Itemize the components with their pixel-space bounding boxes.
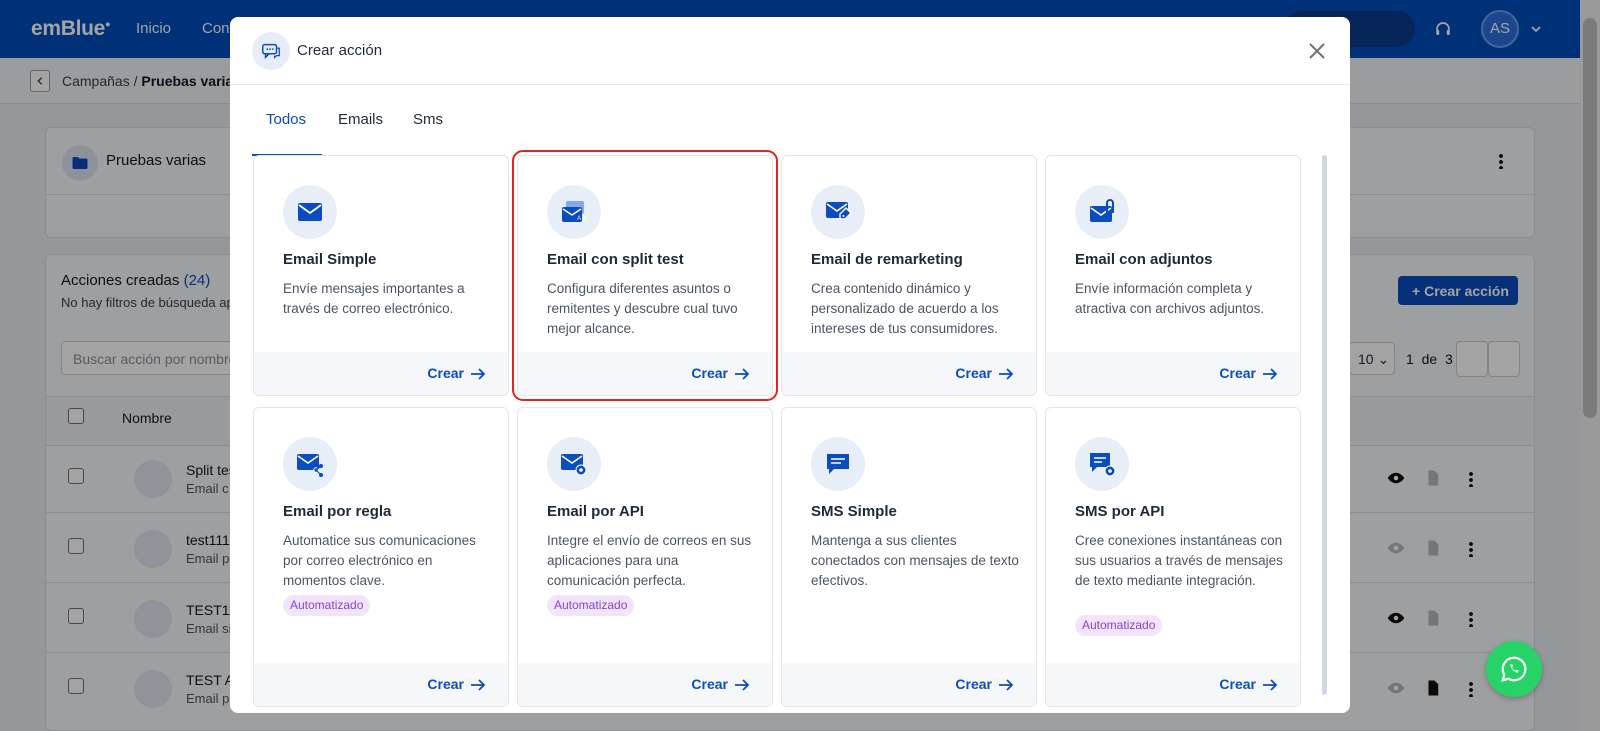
svg-text:A B: A B	[577, 216, 586, 222]
tab-sms[interactable]: Sms	[413, 111, 443, 156]
card-footer: Crear	[518, 352, 772, 395]
card-title: Email Simple	[283, 251, 377, 268]
card-sms-por-api[interactable]: SMS por API Cree conexiones instantáneas…	[1045, 407, 1301, 707]
whatsapp-button[interactable]	[1486, 641, 1542, 697]
card-description: Envíe información completa y atractiva c…	[1075, 281, 1265, 316]
crear-button[interactable]: Crear	[1219, 365, 1278, 381]
card-footer: Crear	[254, 352, 508, 395]
close-icon[interactable]	[1306, 40, 1328, 62]
card-footer: Crear	[782, 663, 1036, 706]
arrow-right-icon	[999, 679, 1014, 691]
card-description: Crea contenido dinámico y personalizado …	[811, 281, 999, 336]
automatizado-badge: Automatizado	[547, 595, 635, 616]
split-envelope-icon: A B	[547, 185, 601, 239]
card-email-por-regla[interactable]: Email por regla Automatice sus comunicac…	[253, 407, 509, 707]
chat-action-icon	[252, 32, 290, 70]
card-title: Email de remarketing	[811, 251, 963, 268]
arrow-right-icon	[735, 679, 750, 691]
chat-gear-icon	[1075, 437, 1129, 491]
modal-header: Crear acción	[230, 17, 1350, 85]
arrow-right-icon	[471, 679, 486, 691]
arrow-right-icon	[471, 368, 486, 380]
tab-emails[interactable]: Emails	[338, 111, 383, 156]
automatizado-badge: Automatizado	[1075, 615, 1163, 636]
card-title: SMS Simple	[811, 503, 897, 520]
card-title: Email con adjuntos	[1075, 251, 1213, 268]
card-email-adjuntos[interactable]: Email con adjuntos Envíe información com…	[1045, 155, 1301, 396]
card-title: SMS por API	[1075, 503, 1165, 520]
envelope-icon	[283, 185, 337, 239]
chat-icon	[811, 437, 865, 491]
share-envelope-icon	[283, 437, 337, 491]
modal-title: Crear acción	[297, 42, 383, 59]
whatsapp-icon	[1501, 656, 1527, 682]
automatizado-badge: Automatizado	[283, 595, 371, 616]
card-footer: Crear	[782, 352, 1036, 395]
card-title: Email por API	[547, 503, 644, 520]
card-description: Configura diferentes asuntos o remitente…	[547, 281, 738, 336]
card-email-por-api[interactable]: Email por API Integre el envío de correo…	[517, 407, 773, 707]
card-email-split-test[interactable]: A B Email con split test Configura difer…	[512, 150, 778, 401]
card-email-simple[interactable]: Email Simple Envíe mensajes importantes …	[253, 155, 509, 396]
crear-button[interactable]: Crear	[1219, 676, 1278, 692]
attachment-envelope-icon	[1075, 185, 1129, 239]
card-footer: Crear	[254, 663, 508, 706]
card-title: Email por regla	[283, 503, 392, 520]
arrow-right-icon	[1263, 679, 1278, 691]
card-description: Mantenga a sus clientes conectados con m…	[811, 533, 1019, 588]
tag-envelope-icon	[811, 185, 865, 239]
arrow-right-icon	[999, 368, 1014, 380]
modal-scrollbar[interactable]	[1322, 155, 1327, 695]
card-footer: Crear	[1046, 352, 1300, 395]
arrow-right-icon	[1263, 368, 1278, 380]
crear-button[interactable]: Crear	[691, 676, 750, 692]
crear-button[interactable]: Crear	[427, 676, 486, 692]
card-description: Envíe mensajes importantes a través de c…	[283, 281, 465, 316]
card-description: Automatice sus comunicaciones por correo…	[283, 533, 476, 588]
create-action-modal: Crear acción Todos Emails Sms Email Simp…	[230, 17, 1350, 713]
card-description: Cree conexiones instantáneas con sus usu…	[1075, 533, 1283, 588]
crear-button[interactable]: Crear	[955, 676, 1014, 692]
gear-envelope-icon	[547, 437, 601, 491]
tab-todos[interactable]: Todos	[252, 111, 322, 156]
arrow-right-icon	[735, 368, 750, 380]
crear-button[interactable]: Crear	[955, 365, 1014, 381]
crear-button[interactable]: Crear	[427, 365, 486, 381]
crear-button[interactable]: Crear	[691, 365, 750, 381]
card-footer: Crear	[1046, 663, 1300, 706]
card-sms-simple[interactable]: SMS Simple Mantenga a sus clientes conec…	[781, 407, 1037, 707]
card-footer: Crear	[518, 663, 772, 706]
card-email-remarketing[interactable]: Email de remarketing Crea contenido diná…	[781, 155, 1037, 396]
card-description: Integre el envío de correos en sus aplic…	[547, 533, 752, 588]
card-title: Email con split test	[547, 251, 684, 268]
